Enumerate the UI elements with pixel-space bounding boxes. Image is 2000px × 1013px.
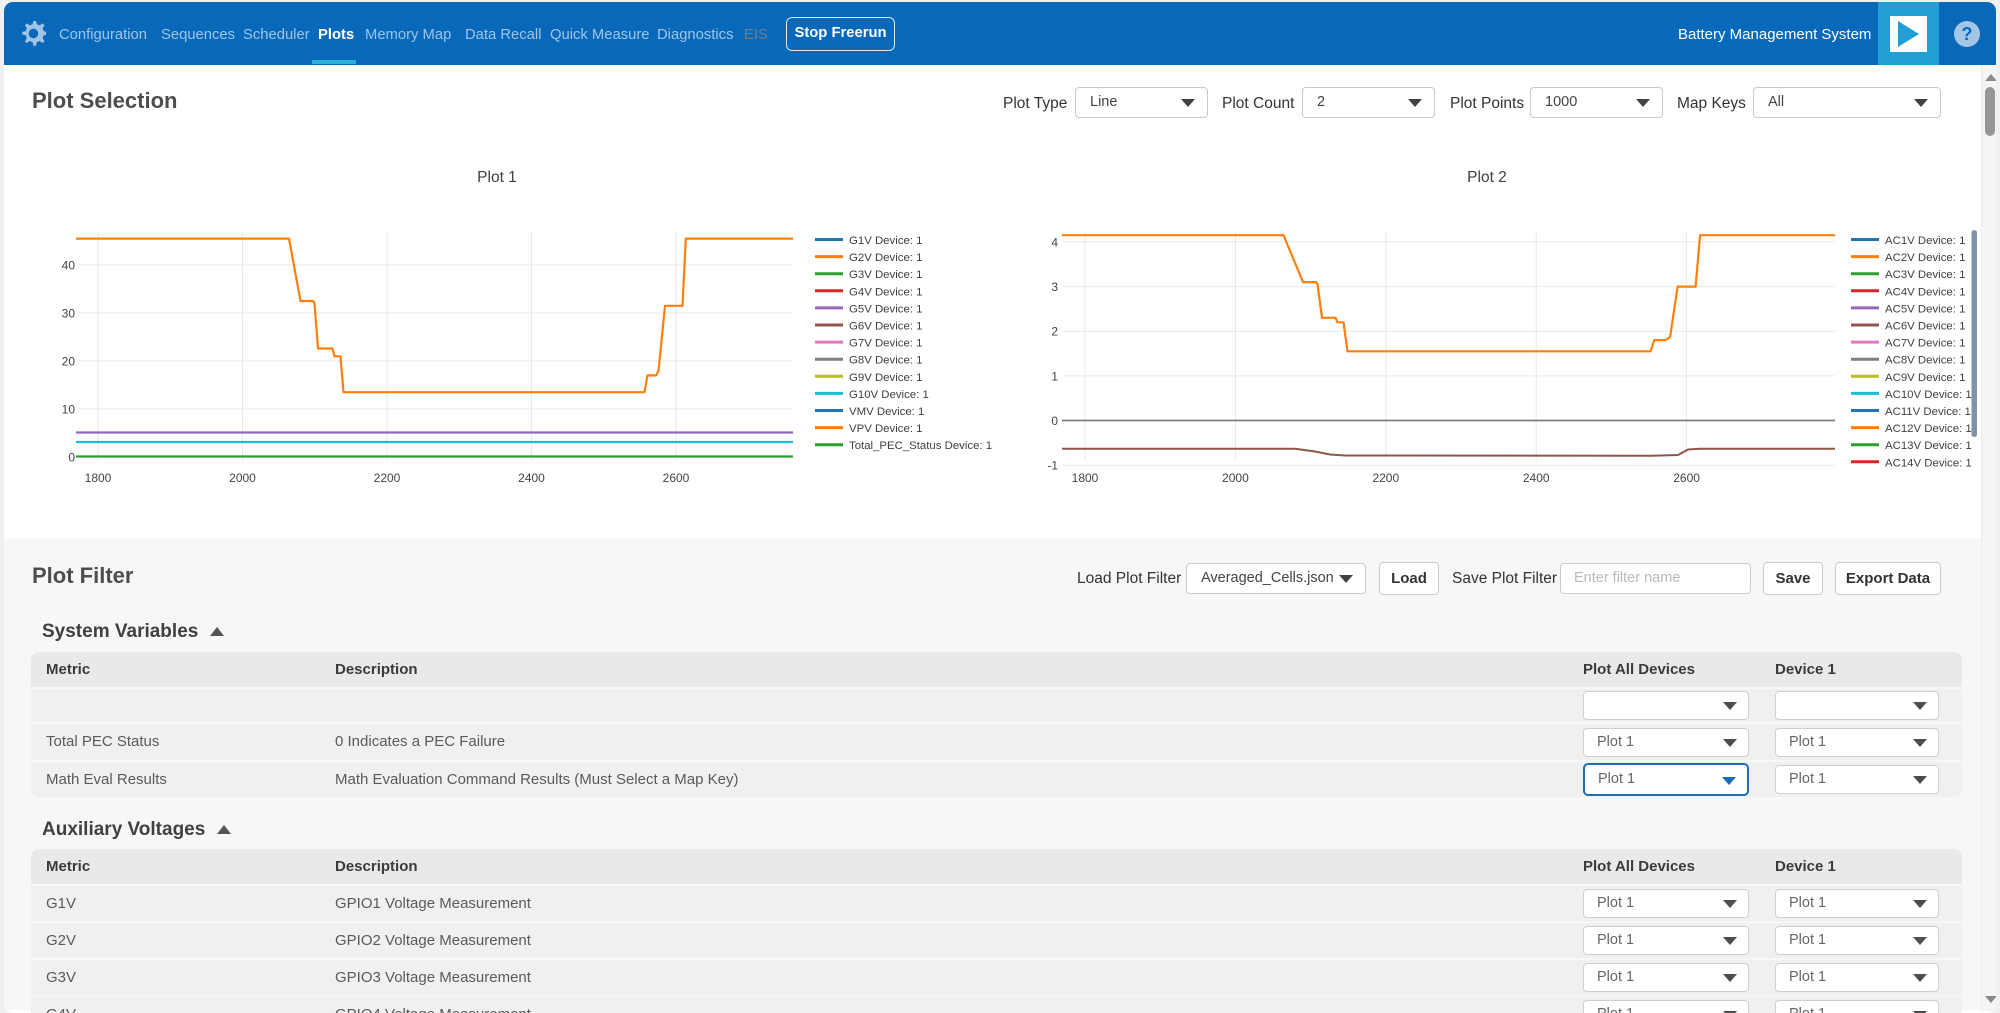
svg-text:G9V Device: 1: G9V Device: 1: [849, 372, 922, 384]
svg-text:-1: -1: [1047, 459, 1058, 473]
svg-text:2000: 2000: [1222, 471, 1249, 485]
svg-text:2400: 2400: [518, 471, 545, 485]
svg-text:40: 40: [62, 259, 76, 273]
svg-text:4: 4: [1051, 235, 1058, 249]
svg-text:10: 10: [62, 403, 76, 417]
svg-text:AC14V Device: 1: AC14V Device: 1: [1885, 457, 1972, 469]
svg-text:VPV Device: 1: VPV Device: 1: [849, 423, 922, 435]
svg-text:1800: 1800: [1072, 471, 1099, 485]
svg-text:AC13V Device: 1: AC13V Device: 1: [1885, 440, 1972, 452]
svg-text:20: 20: [62, 355, 76, 369]
svg-text:G4V Device: 1: G4V Device: 1: [849, 286, 922, 298]
svg-text:AC5V Device: 1: AC5V Device: 1: [1885, 303, 1965, 315]
svg-text:2600: 2600: [1673, 471, 1700, 485]
svg-text:2: 2: [1051, 325, 1058, 339]
svg-text:AC9V Device: 1: AC9V Device: 1: [1885, 372, 1965, 384]
svg-text:30: 30: [62, 307, 76, 321]
svg-text:AC7V Device: 1: AC7V Device: 1: [1885, 338, 1965, 350]
svg-text:AC8V Device: 1: AC8V Device: 1: [1885, 355, 1965, 367]
svg-text:Plot 2: Plot 2: [1467, 169, 1507, 186]
svg-text:2200: 2200: [1372, 471, 1399, 485]
svg-text:G1V Device: 1: G1V Device: 1: [849, 235, 922, 247]
svg-text:G6V Device: 1: G6V Device: 1: [849, 321, 922, 333]
svg-text:1: 1: [1051, 369, 1058, 383]
svg-text:G5V Device: 1: G5V Device: 1: [849, 303, 922, 315]
svg-text:2200: 2200: [374, 471, 401, 485]
svg-text:VMV Device: 1: VMV Device: 1: [849, 406, 924, 418]
svg-text:AC12V Device: 1: AC12V Device: 1: [1885, 423, 1972, 435]
svg-text:AC6V Device: 1: AC6V Device: 1: [1885, 321, 1965, 333]
svg-text:G7V Device: 1: G7V Device: 1: [849, 338, 922, 350]
svg-text:1800: 1800: [85, 471, 112, 485]
svg-text:AC11V Device: 1: AC11V Device: 1: [1885, 406, 1971, 418]
svg-text:AC2V Device: 1: AC2V Device: 1: [1885, 252, 1965, 264]
svg-text:Plot 1: Plot 1: [477, 169, 517, 186]
svg-text:2400: 2400: [1523, 471, 1550, 485]
svg-text:G2V Device: 1: G2V Device: 1: [849, 252, 922, 264]
svg-text:AC4V Device: 1: AC4V Device: 1: [1885, 286, 1965, 298]
svg-text:Total_PEC_Status Device: 1: Total_PEC_Status Device: 1: [849, 440, 992, 452]
svg-text:AC10V Device: 1: AC10V Device: 1: [1885, 389, 1972, 401]
svg-text:2600: 2600: [663, 471, 690, 485]
svg-text:3: 3: [1051, 280, 1058, 294]
svg-text:G10V Device: 1: G10V Device: 1: [849, 389, 929, 401]
svg-text:G8V Device: 1: G8V Device: 1: [849, 355, 922, 367]
svg-text:G3V Device: 1: G3V Device: 1: [849, 269, 922, 281]
svg-text:AC1V Device: 1: AC1V Device: 1: [1885, 235, 1965, 247]
svg-text:0: 0: [68, 451, 75, 465]
svg-text:2000: 2000: [229, 471, 256, 485]
svg-text:0: 0: [1051, 414, 1058, 428]
svg-text:AC3V Device: 1: AC3V Device: 1: [1885, 269, 1965, 281]
